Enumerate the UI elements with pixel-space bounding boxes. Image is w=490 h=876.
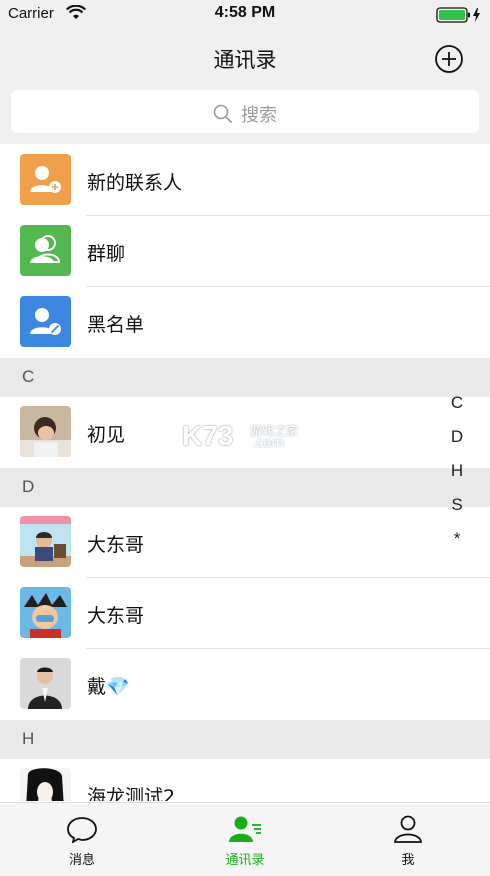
index-letter-d[interactable]: D [447,427,467,461]
section-header-d: D [0,468,490,507]
status-bar: Carrier 4:58 PM [0,0,490,30]
contact-avatar [20,658,71,709]
contact-row[interactable]: 戴💎 [0,649,490,720]
watermark-logo: K73 游戏之家 .com [182,420,312,454]
contact-avatar [20,587,71,638]
add-button[interactable] [434,44,464,74]
group-chat-label: 群聊 [87,243,126,265]
tab-messages[interactable]: 消息 [17,803,147,876]
tab-me[interactable]: 我 [343,803,473,876]
index-letter-c[interactable]: C [447,393,467,427]
page-title: 通讯录 [213,48,277,72]
contact-name: 海龙测试2 [87,786,176,801]
watermark-brand: K73 [182,420,234,451]
search-placeholder: 搜索 [241,105,277,126]
section-header-c: C [0,358,490,397]
index-letter-s[interactable]: S [447,495,467,529]
battery-icon [436,6,482,28]
chat-bubble-icon [67,817,97,843]
contacts-icon [229,816,261,842]
clock: 4:58 PM [214,4,276,21]
watermark-domain: .com [252,436,284,451]
contact-row[interactable]: 大东哥 [0,507,490,578]
blacklist-icon [20,296,71,347]
contact-avatar [20,768,71,801]
section-letter: C [22,367,35,386]
blacklist-label: 黑名单 [87,314,145,336]
index-letter-h[interactable]: H [447,461,467,495]
group-chat-row[interactable]: 群聊 [0,216,490,287]
tab-bar: 消息 通讯录 我 [0,802,490,876]
tab-contacts[interactable]: 通讯录 [180,803,310,876]
navigation-bar: 通讯录 [0,30,490,84]
contact-row[interactable]: 大东哥 [0,578,490,649]
profile-icon [394,815,422,843]
tab-label: 通讯录 [225,853,265,868]
section-letter: D [22,477,35,496]
new-contacts-label: 新的联系人 [87,172,183,194]
search-icon [213,104,233,124]
index-letter-star[interactable]: * [447,529,467,563]
new-contacts-row[interactable]: 新的联系人 [0,145,490,216]
contact-avatar [20,516,71,567]
contact-row[interactable]: 海龙测试2 [0,759,490,801]
contact-name: 初见 [87,424,126,446]
blacklist-row[interactable]: 黑名单 [0,287,490,358]
tab-label: 我 [401,853,415,868]
contact-name: 戴💎 [87,676,130,698]
group-chat-icon [20,225,71,276]
contact-avatar [20,406,71,457]
add-contact-icon [20,154,71,205]
plus-circle-icon [435,45,463,73]
tab-label: 消息 [68,853,95,868]
section-header-h: H [0,720,490,759]
contact-list[interactable]: 新的联系人 群聊 黑名单 C 初见 D 大东哥 大东哥 戴💎 H 海龙测试2 [0,145,490,801]
contact-name: 大东哥 [87,534,145,556]
section-letter: H [22,729,35,748]
section-index-bar[interactable]: C D H S * [447,393,467,563]
contact-name: 大东哥 [87,605,145,627]
search-input[interactable]: 搜索 [11,90,479,133]
search-bar: 搜索 [0,84,490,144]
